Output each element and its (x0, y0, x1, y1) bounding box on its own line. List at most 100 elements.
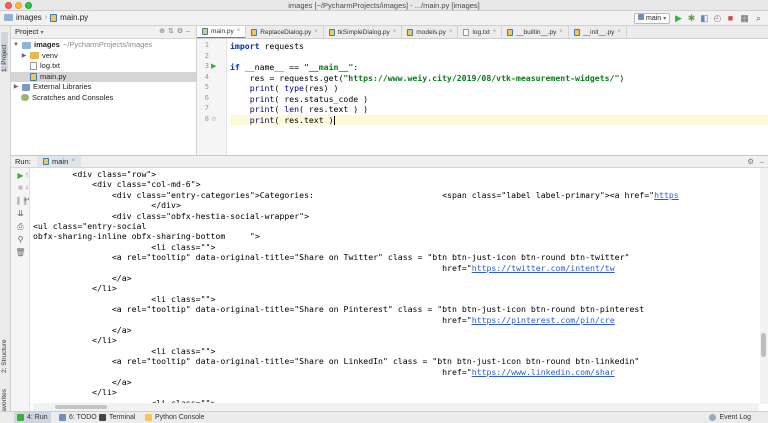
console-line: obfx-sharing-inline obfx-sharing-bottom … (33, 231, 260, 242)
scratches-icon (21, 94, 29, 102)
close-icon[interactable]: × (314, 26, 318, 38)
code-line-3: if __name__ == "__main__": (230, 62, 359, 72)
close-icon[interactable]: × (493, 26, 497, 38)
tab-main-py[interactable]: main.py × (197, 26, 247, 38)
tab-label: log.txt (472, 29, 490, 36)
scrollbar-thumb[interactable] (55, 405, 107, 409)
print-icon[interactable]: ⎙ (15, 221, 26, 232)
left-tool-strip: 1: Project 2: Structure 2: Favorites (0, 26, 11, 423)
tab-structure-tool[interactable]: 2: Structure (1, 331, 8, 373)
console-vertical-scrollbar[interactable] (760, 168, 768, 404)
target-icon[interactable]: ⊕ (159, 28, 168, 35)
fold-icon[interactable]: ⊖ (211, 115, 217, 123)
tab-log-txt[interactable]: log.txt × (458, 26, 503, 38)
library-icon (22, 83, 30, 91)
structure-icon[interactable]: ▦ (739, 13, 750, 24)
tool-tab-todo[interactable]: 6: TODO (56, 412, 100, 423)
line-number: 3 (204, 62, 209, 70)
tree-scratches[interactable]: Scratches and Consoles (11, 93, 196, 104)
chevron-down-icon: ▾ (663, 16, 667, 22)
gear-icon[interactable]: ⚙ (177, 28, 186, 35)
run-icon (17, 414, 24, 421)
tree-item-log[interactable]: log.txt (11, 61, 196, 72)
panel-actions: ⊕⇅⚙– (159, 26, 193, 38)
search-icon[interactable]: ⌕ (753, 13, 764, 24)
scrollbar-thumb[interactable] (761, 333, 766, 357)
soft-wrap-icon[interactable]: ↵ (24, 195, 30, 206)
console-output[interactable]: <div class="row"> <div class="col-md-6">… (33, 168, 759, 404)
coverage-icon[interactable]: ◧ (699, 13, 710, 24)
console-link[interactable]: https (654, 190, 679, 200)
breadcrumb-file[interactable]: main.py (60, 13, 88, 22)
arrow-up-icon[interactable]: ↑ (24, 170, 30, 181)
tree-item-venv[interactable]: ▶ venv (11, 51, 196, 62)
project-view-select[interactable]: Project (15, 27, 38, 36)
tab-label: ReplaceDialog.py (260, 29, 312, 36)
tab-builtin-py[interactable]: __builtin__.py × (502, 26, 569, 38)
minimize-icon[interactable]: – (186, 28, 193, 35)
tool-tab-run[interactable]: 4: Run (14, 412, 51, 423)
code-line-8: print( res.text ) (230, 114, 768, 125)
trash-icon[interactable]: 🗑 (15, 247, 26, 258)
tree-external-libraries[interactable]: ▶ External Libraries (11, 82, 196, 93)
tree-item-label: main.py (40, 71, 67, 81)
tab-project-tool[interactable]: 1: Project (1, 32, 8, 72)
profile-icon[interactable]: ◴ (712, 13, 723, 24)
pin-icon[interactable]: ⚲ (15, 234, 26, 245)
minimize-icon[interactable]: – (760, 156, 764, 167)
tree-item-label: log.txt (40, 61, 61, 70)
console-line: href="https://twitter.com/intent/tw (33, 262, 615, 273)
tree-item-label: Scratches and Consoles (32, 92, 114, 102)
python-file-icon (573, 29, 580, 36)
tab-replacedialog-py[interactable]: ReplaceDialog.py × (246, 26, 324, 38)
console-line: </li> (33, 387, 117, 398)
event-log-icon (709, 414, 717, 421)
tool-tab-terminal[interactable]: Terminal (96, 412, 138, 423)
close-icon[interactable]: × (559, 26, 563, 38)
stop-icon[interactable]: ■ (725, 13, 736, 24)
run-header: Run: main × ⚙ – (11, 156, 768, 168)
close-icon[interactable]: × (71, 156, 75, 167)
python-config-icon (638, 14, 644, 20)
tree-root[interactable]: ▼ images ~/PycharmProjects/images (11, 40, 196, 51)
run-tab-main[interactable]: main × (37, 156, 81, 167)
python-file-icon (407, 29, 414, 36)
close-icon[interactable]: × (393, 26, 397, 38)
close-icon[interactable]: × (237, 26, 241, 38)
gear-icon[interactable]: ⚙ (747, 156, 754, 167)
line-number: 8 (204, 114, 209, 123)
console-horizontal-scrollbar[interactable] (33, 403, 759, 411)
tab-init-py[interactable]: __init__.py × (569, 26, 627, 38)
editor-tabs: main.py × ReplaceDialog.py × tkSimpleDialo… (197, 26, 768, 39)
folder-icon (22, 41, 31, 49)
scroll-to-end-icon[interactable]: ⇊ (15, 208, 26, 219)
code-line-6: print( res.status_code ) (249, 93, 369, 104)
folder-icon (4, 14, 13, 21)
console-line: <div class="row"> (33, 169, 157, 179)
console-line: href="https://www.linkedin.com/shar (33, 366, 615, 377)
console-line: <ul class="entry-social (33, 221, 147, 231)
run-configuration-select[interactable]: main ▾ (634, 13, 670, 24)
arrow-down-icon[interactable]: ↓ (24, 182, 30, 193)
console-link[interactable]: https://pinterest.com/pin/cre (472, 315, 615, 325)
run-tool-window: Run: main × ⚙ – ▶ ↑ ■ ↓ ❚❚ ↵ ⇊ ⎙ ⚲ 🗑 <div… (11, 155, 768, 412)
run-icon[interactable]: ▶ (673, 13, 684, 24)
tool-tab-python-console[interactable]: Python Console (142, 412, 207, 423)
code-editor: main.py × ReplaceDialog.py × tkSimpleDialo… (197, 26, 768, 155)
debug-icon[interactable]: ✱ (686, 13, 697, 24)
tool-tab-event-log[interactable]: Event Log (706, 412, 754, 423)
breadcrumb-folder[interactable]: images (16, 13, 42, 22)
close-icon[interactable]: × (617, 26, 621, 38)
tab-tksimpledialog-py[interactable]: tkSimpleDialog.py × (324, 26, 403, 38)
text-file-icon (463, 29, 470, 36)
run-gutter-icon[interactable]: ▶ (211, 62, 216, 70)
breadcrumb: images › main.py (4, 13, 88, 22)
tab-models-py[interactable]: models.py × (402, 26, 459, 38)
run-toolbar: ▶ ↑ ■ ↓ ❚❚ ↵ ⇊ ⎙ ⚲ 🗑 (11, 168, 30, 412)
console-link[interactable]: https://twitter.com/intent/tw (472, 263, 615, 273)
tree-item-main[interactable]: main.py (11, 71, 196, 82)
close-icon[interactable]: × (449, 26, 453, 38)
console-link[interactable]: https://www.linkedin.com/shar (472, 367, 615, 377)
collapse-icon[interactable]: ⇅ (168, 28, 177, 35)
editor-gutter[interactable]: 1 2 3 ▶ 4 5 6 7 8 ⊖ (197, 39, 227, 155)
